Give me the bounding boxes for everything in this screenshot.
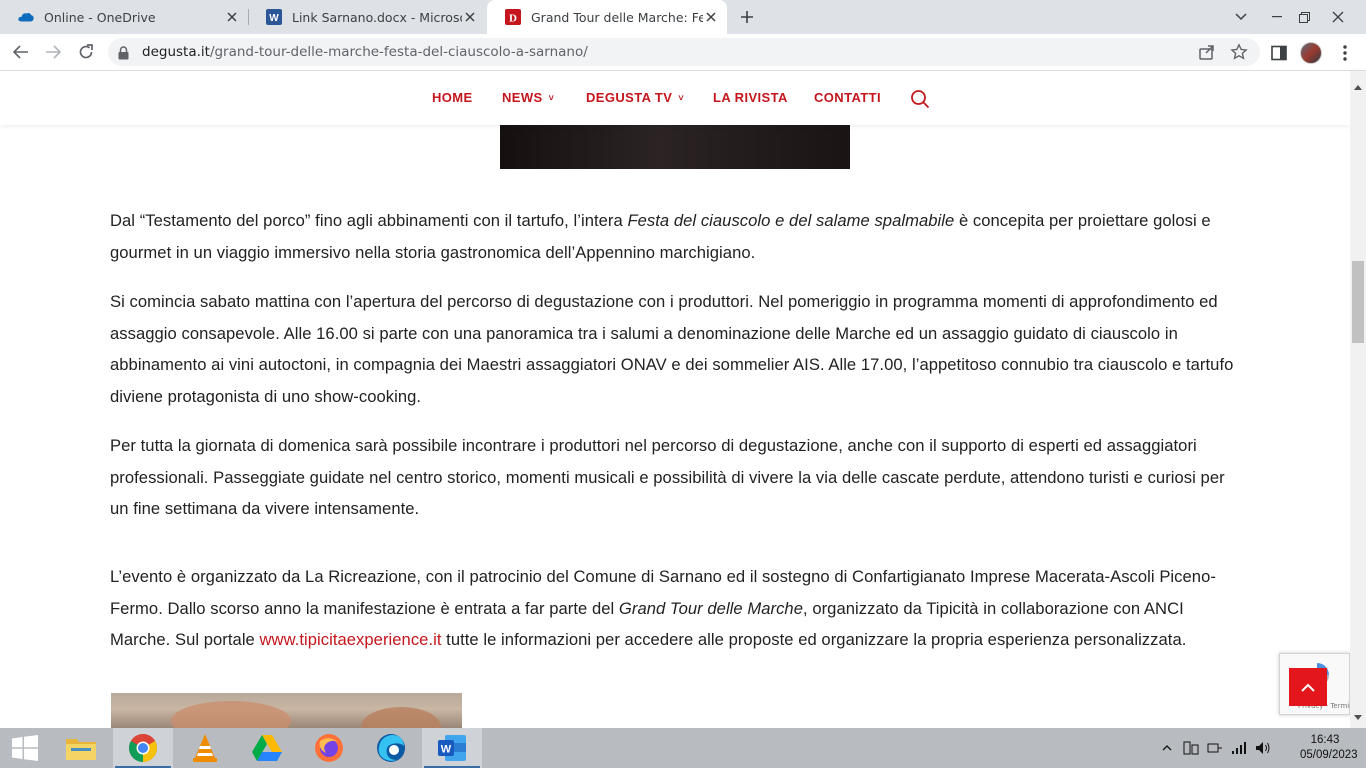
new-tab-button[interactable]	[736, 7, 758, 27]
article-photo-lower	[111, 693, 462, 728]
tab-onedrive[interactable]: Online - OneDrive	[0, 0, 248, 34]
url-domain: degusta.it	[142, 44, 210, 60]
close-tab-icon[interactable]	[703, 9, 719, 25]
google-drive-icon[interactable]	[237, 728, 297, 768]
chevron-up-icon	[1301, 683, 1315, 692]
photo-detail	[171, 701, 291, 728]
onedrive-icon	[18, 9, 34, 25]
tab-degusta-active[interactable]: D Grand Tour delle Marche: Festa d	[487, 0, 727, 34]
device-icon[interactable]	[1182, 740, 1200, 756]
nav-news-label: NEWS	[502, 90, 543, 105]
article-paragraph: Si comincia sabato mattina con l’apertur…	[110, 292, 1234, 406]
tab-title: Grand Tour delle Marche: Festa d	[531, 9, 703, 25]
edge-icon[interactable]	[361, 728, 421, 768]
photo-detail	[361, 707, 441, 728]
nav-contatti[interactable]: CONTATTI	[814, 90, 881, 105]
text: Dal “Testamento del porco” fino agli abb…	[110, 211, 628, 230]
bookmark-star-icon[interactable]	[1230, 43, 1248, 65]
signal-strength-icon[interactable]	[1230, 740, 1248, 756]
emphasis-text: Festa del ciauscolo e del salame spalmab…	[627, 211, 955, 230]
tipicita-link[interactable]: www.tipicitaexperience.it	[260, 630, 442, 649]
emphasis-text: Grand Tour delle Marche	[618, 598, 803, 618]
article-photo	[500, 125, 850, 169]
browser-toolbar: degusta.it/grand-tour-delle-marche-festa…	[0, 34, 1366, 71]
scroll-down-arrow-icon[interactable]	[1354, 705, 1362, 724]
restore-button[interactable]	[1286, 0, 1322, 34]
clock-date: 05/09/2023	[1300, 749, 1358, 761]
search-icon[interactable]	[910, 89, 930, 113]
tab-word-document[interactable]: W Link Sarnano.docx - Microsoft W	[248, 0, 486, 34]
firefox-icon[interactable]	[299, 728, 359, 768]
page-scrollbar[interactable]	[1350, 71, 1366, 728]
web-page: HOME NEWS ˅ DEGUSTA TV ˅ LA RIVISTA CONTAT…	[0, 71, 1350, 728]
svg-text:D: D	[509, 13, 517, 25]
windows-start-icon[interactable]	[0, 728, 50, 768]
chevron-down-icon: ˅	[548, 93, 555, 103]
show-hidden-icons-chevron-icon[interactable]	[1158, 740, 1176, 756]
nav-news[interactable]: NEWS ˅	[502, 90, 554, 105]
vlc-icon[interactable]	[175, 728, 235, 768]
system-clock[interactable]: 16:43 05/09/2023	[1300, 733, 1358, 763]
nav-home[interactable]: HOME	[432, 90, 473, 105]
close-tab-icon[interactable]	[462, 9, 478, 25]
article-paragraph: L’evento è organizzato da La Ricreazione…	[110, 561, 1238, 656]
back-button[interactable]	[8, 40, 34, 64]
site-navigation: HOME NEWS ˅ DEGUSTA TV ˅ LA RIVISTA CONTAT…	[0, 71, 1350, 125]
word-icon: W	[266, 9, 282, 25]
share-icon[interactable]	[1198, 43, 1216, 65]
degusta-icon: D	[505, 9, 521, 25]
url-text[interactable]: degusta.it/grand-tour-delle-marche-festa…	[142, 44, 588, 60]
profile-avatar[interactable]	[1300, 42, 1322, 64]
svg-text:W: W	[269, 13, 279, 24]
back-to-top-button[interactable]	[1289, 668, 1327, 706]
tab-search-chevron-icon[interactable]	[1223, 0, 1259, 34]
scroll-up-arrow-icon[interactable]	[1354, 75, 1362, 94]
chevron-down-icon: ˅	[678, 93, 684, 103]
text: tutte le informazioni per accedere alle …	[441, 630, 1187, 649]
word-icon[interactable]: W	[422, 728, 482, 768]
close-window-button[interactable]	[1320, 0, 1356, 34]
article-paragraph: Dal “Testamento del porco” fino agli abb…	[110, 205, 1238, 268]
clock-time: 16:43	[1310, 734, 1340, 746]
close-tab-icon[interactable]	[224, 9, 240, 25]
address-bar[interactable]: degusta.it/grand-tour-delle-marche-festa…	[108, 38, 1260, 66]
side-panel-icon[interactable]	[1268, 42, 1290, 64]
browser-tabstrip: Online - OneDrive W Link Sarnano.docx - …	[0, 0, 1366, 34]
reload-button[interactable]	[73, 40, 99, 64]
chrome-menu-icon[interactable]	[1334, 42, 1356, 64]
file-explorer-icon[interactable]	[51, 728, 111, 768]
volume-icon[interactable]	[1254, 740, 1272, 756]
article-paragraph: Per tutta la giornata di domenica sarà p…	[110, 436, 1225, 518]
tab-title: Link Sarnano.docx - Microsoft W	[292, 9, 462, 25]
windows-taskbar: W 16:43 05/09/2023	[0, 728, 1366, 768]
nav-degusta-tv-label: DEGUSTA TV	[586, 90, 673, 105]
scrollbar-thumb[interactable]	[1352, 261, 1364, 343]
url-path: /grand-tour-delle-marche-festa-del-ciaus…	[209, 44, 588, 60]
network-adapter-icon[interactable]	[1206, 740, 1224, 756]
chrome-icon[interactable]	[113, 728, 173, 768]
tab-title: Online - OneDrive	[44, 9, 156, 25]
nav-la-rivista[interactable]: LA RIVISTA	[713, 90, 788, 105]
nav-degusta-tv[interactable]: DEGUSTA TV ˅	[586, 90, 684, 105]
lock-icon[interactable]	[118, 45, 129, 64]
svg-text:W: W	[441, 744, 452, 756]
forward-button[interactable]	[40, 40, 66, 64]
